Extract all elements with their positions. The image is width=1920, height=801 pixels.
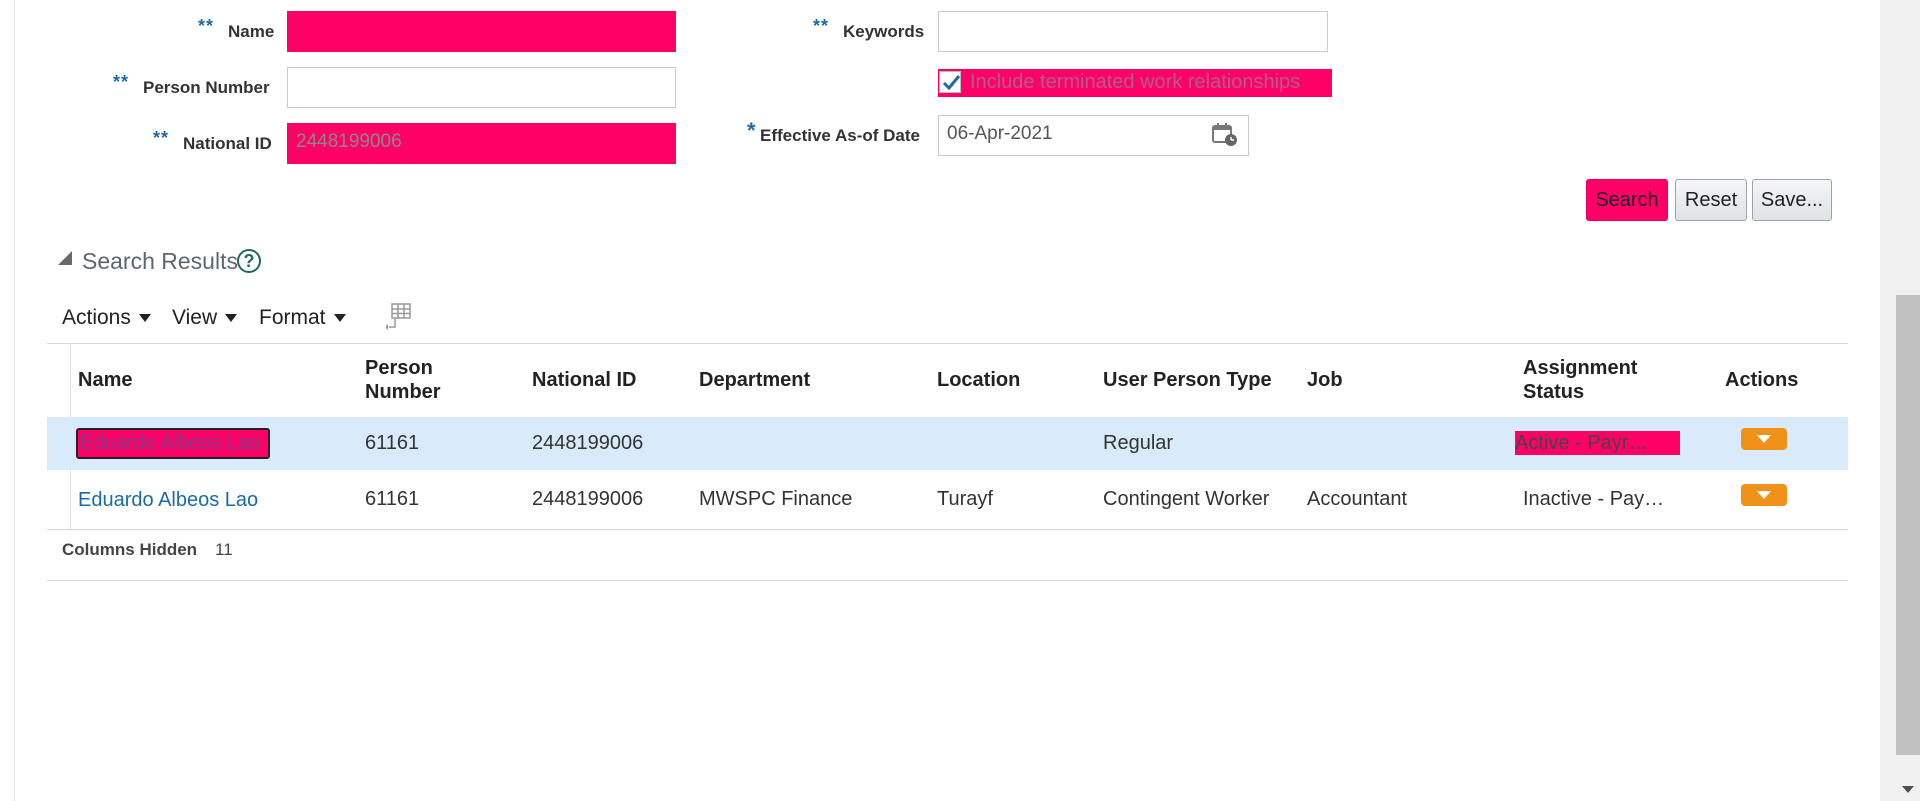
col-header-actions: Actions [1725, 369, 1799, 391]
cell-assignment-status: Inactive - Pay… [1523, 488, 1665, 510]
person-number-label: Person Number [143, 78, 270, 97]
include-terminated-row[interactable]: Include terminated work relationships [938, 69, 1332, 97]
name-field[interactable] [287, 11, 676, 52]
effective-date-required-marker: * [747, 118, 757, 143]
col-header-person-number[interactable]: Person Number [365, 356, 475, 404]
columns-hidden-count: 11 [215, 540, 233, 559]
person-name-link[interactable]: Eduardo Albeos Lao [76, 428, 270, 459]
save-button[interactable]: Save... [1752, 179, 1832, 221]
search-results-title: Search Results [82, 248, 238, 274]
columns-hidden-label: Columns Hidden [62, 540, 198, 559]
col-header-name[interactable]: Name [78, 368, 132, 392]
chevron-down-icon [1757, 491, 1771, 499]
reset-button[interactable]: Reset [1675, 179, 1747, 221]
name-label: Name [228, 22, 275, 41]
col-header-department[interactable]: Department [699, 368, 810, 392]
chevron-down-icon [1757, 435, 1771, 443]
chevron-down-icon [138, 314, 151, 322]
search-button[interactable]: Search [1586, 179, 1668, 221]
cell-national-id: 2448199006 [532, 488, 644, 510]
row-actions-button[interactable] [1741, 484, 1787, 506]
national-id-field[interactable]: 2448199006 [287, 123, 676, 164]
scrollbar-thumb[interactable] [1896, 295, 1920, 755]
footer-divider [47, 580, 1848, 581]
keywords-field[interactable] [938, 11, 1328, 52]
national-id-required-marker: ** [153, 128, 170, 148]
cell-user-person-type: Regular [1103, 432, 1174, 454]
view-menu[interactable]: View [172, 306, 238, 330]
cell-assignment-status: Active - Payr… [1515, 431, 1680, 455]
include-terminated-label: Include terminated work relationships [970, 71, 1301, 93]
table-bottom-border [47, 529, 1848, 530]
chevron-down-icon [333, 314, 346, 322]
collapse-section-icon[interactable] [56, 250, 74, 271]
effective-date-label: Effective As-of Date [760, 126, 920, 145]
cell-user-person-type: Contingent Worker [1103, 488, 1270, 510]
cell-job: Accountant [1307, 488, 1408, 510]
table-top-border [47, 343, 1848, 344]
national-id-label: National ID [183, 134, 272, 153]
include-terminated-checkbox[interactable] [939, 71, 961, 93]
person-name-link[interactable]: Eduardo Albeos Lao [78, 488, 258, 512]
keywords-required-marker: ** [813, 16, 830, 36]
person-number-required-marker: ** [113, 72, 130, 92]
keywords-label: Keywords [843, 22, 925, 41]
cell-location: Turayf [937, 488, 993, 510]
cell-person-number: 61161 [365, 488, 420, 510]
actions-menu[interactable]: Actions [62, 306, 151, 330]
col-header-job[interactable]: Job [1307, 368, 1343, 392]
actions-menu-label: Actions [62, 306, 131, 329]
left-border [14, 0, 15, 801]
col-header-location[interactable]: Location [937, 368, 1020, 392]
scroll-up-icon[interactable] [1894, 0, 1906, 6]
cell-national-id: 2448199006 [532, 432, 644, 454]
person-number-field[interactable] [287, 67, 676, 108]
calendar-icon[interactable] [1211, 122, 1239, 148]
chevron-down-icon [225, 314, 238, 322]
checkmark-icon [942, 75, 961, 91]
col-header-user-person-type[interactable]: User Person Type [1103, 368, 1272, 392]
scroll-down-icon[interactable] [1902, 786, 1914, 793]
cell-person-number: 61161 [365, 432, 420, 454]
format-menu[interactable]: Format [259, 306, 346, 330]
format-menu-label: Format [259, 306, 326, 329]
name-required-marker: ** [198, 16, 215, 36]
row-actions-button[interactable] [1741, 428, 1787, 450]
help-icon[interactable]: ? [237, 249, 261, 273]
view-menu-label: View [172, 306, 218, 329]
freeze-columns-icon[interactable] [385, 302, 412, 335]
cell-department: MWSPC Finance [699, 488, 853, 510]
col-header-national-id[interactable]: National ID [532, 368, 636, 392]
effective-date-field[interactable]: 06-Apr-2021 [938, 115, 1249, 156]
col-header-assignment-status[interactable]: Assignment Status [1523, 356, 1673, 404]
